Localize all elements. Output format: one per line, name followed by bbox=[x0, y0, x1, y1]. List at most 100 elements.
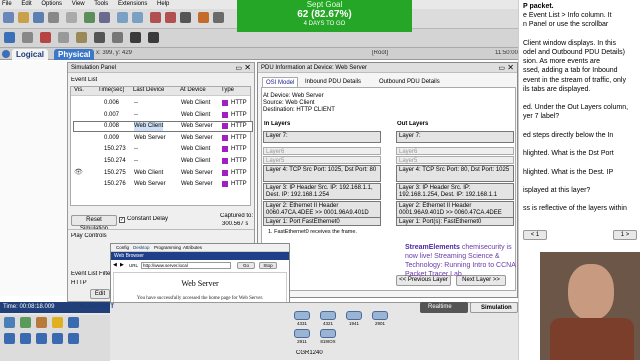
zoom-in-icon[interactable] bbox=[150, 12, 161, 23]
out-layer-4[interactable]: Layer 4: TCP Src Port: 80, Dst Port: 102… bbox=[396, 165, 514, 182]
zoom-reset-icon[interactable] bbox=[180, 12, 191, 23]
in-layer-3[interactable]: Layer 3: IP Header Src. IP: 192.168.1.1,… bbox=[263, 183, 381, 200]
back-arrow-icon[interactable]: ◀ bbox=[113, 262, 117, 268]
out-layer-5[interactable]: Layer5 bbox=[396, 156, 514, 164]
tab-programming[interactable]: Programming bbox=[154, 245, 181, 250]
inspect-icon[interactable] bbox=[22, 32, 33, 43]
eye-icon[interactable]: 👁 bbox=[74, 168, 83, 176]
copy-icon[interactable] bbox=[84, 12, 95, 23]
out-layer-1[interactable]: Layer 1: Port(s): FastEthernet0 bbox=[396, 217, 514, 226]
out-layers-title: Out Layers bbox=[397, 121, 429, 127]
table-row[interactable]: 150.274 -- Web Client HTTP bbox=[74, 157, 252, 166]
menu-view[interactable]: View bbox=[72, 0, 85, 9]
delete-icon[interactable] bbox=[40, 32, 51, 43]
table-row[interactable]: 0.007 -- Web Client HTTP bbox=[74, 111, 252, 120]
next-layer-button[interactable]: Next Layer >> bbox=[456, 275, 506, 286]
simple-pdu-icon[interactable] bbox=[130, 32, 141, 43]
in-layer-5[interactable]: Layer5 bbox=[263, 156, 381, 164]
menu-file[interactable]: File bbox=[2, 0, 12, 9]
root-label[interactable]: [Root] bbox=[372, 50, 388, 56]
tab-desktop[interactable]: Desktop bbox=[133, 245, 150, 250]
out-layer-3[interactable]: Layer 3: IP Header Src. IP: 192.168.1.25… bbox=[396, 183, 514, 200]
select-icon[interactable] bbox=[4, 32, 15, 43]
note-icon[interactable] bbox=[76, 32, 87, 43]
tab-inbound-pdu[interactable]: Inbound PDU Details bbox=[302, 77, 364, 87]
connections-icon[interactable] bbox=[52, 317, 63, 328]
close-icon[interactable]: ✕ bbox=[244, 63, 251, 72]
reset-simulation-button[interactable]: Reset Simulation bbox=[71, 215, 117, 232]
resize-icon[interactable] bbox=[58, 32, 69, 43]
out-layer-7[interactable]: Layer 7: bbox=[396, 131, 514, 143]
out-layer-2[interactable]: Layer 2: Ethernet II Header 0001.96A9.40… bbox=[396, 201, 514, 218]
go-button[interactable]: Go bbox=[237, 262, 255, 269]
components-icon[interactable] bbox=[36, 317, 47, 328]
col-at-device: At Device bbox=[180, 87, 206, 93]
menu-help[interactable]: Help bbox=[157, 0, 169, 9]
wireless-icon[interactable] bbox=[52, 333, 63, 344]
complex-pdu-icon[interactable] bbox=[148, 32, 159, 43]
hubs-icon[interactable] bbox=[36, 333, 47, 344]
stop-button[interactable]: Stop bbox=[259, 262, 277, 269]
table-row[interactable]: 0.009 Web Server Web Server HTTP bbox=[74, 134, 252, 143]
tab-attributes[interactable]: Attributes bbox=[183, 245, 202, 250]
restore-icon[interactable]: ▭ bbox=[235, 64, 242, 72]
router-icon[interactable] bbox=[346, 311, 362, 320]
table-row[interactable]: 150.273 -- Web Client HTTP bbox=[74, 145, 252, 154]
tab-logical[interactable]: Logical bbox=[12, 49, 49, 60]
in-layer-1[interactable]: Layer 1: Port FastEthernet0 bbox=[263, 217, 381, 226]
zoom-out-icon[interactable] bbox=[165, 12, 176, 23]
menu-tools[interactable]: Tools bbox=[94, 0, 108, 9]
misc-icon[interactable] bbox=[68, 317, 79, 328]
in-layer-4[interactable]: Layer 4: TCP Src Port: 1025, Dst Port: 8… bbox=[263, 165, 381, 182]
menu-options[interactable]: Options bbox=[41, 0, 62, 9]
constant-delay-checkbox[interactable]: ✓ bbox=[119, 217, 125, 223]
back-icon[interactable] bbox=[2, 50, 10, 58]
custom-device-icon[interactable] bbox=[213, 12, 224, 23]
page-prev-button[interactable]: < 1 bbox=[523, 230, 547, 240]
new-icon[interactable] bbox=[3, 12, 14, 23]
router-icon[interactable] bbox=[294, 311, 310, 320]
page-next-button[interactable]: 1 > bbox=[613, 230, 637, 240]
router-icon[interactable] bbox=[372, 311, 388, 320]
router-icon[interactable] bbox=[294, 329, 310, 338]
routers-icon[interactable] bbox=[4, 333, 15, 344]
table-row[interactable]: 0.006 -- Web Client HTTP bbox=[74, 99, 252, 108]
menu-extensions[interactable]: Extensions bbox=[118, 0, 147, 9]
switches-icon[interactable] bbox=[20, 333, 31, 344]
edit-filters-button[interactable]: Edit bbox=[90, 289, 110, 299]
activity-wizard-icon[interactable] bbox=[66, 12, 77, 23]
draw-shape-icon[interactable] bbox=[112, 32, 123, 43]
draw-line-icon[interactable] bbox=[94, 32, 105, 43]
router-icon[interactable] bbox=[320, 311, 336, 320]
in-layer-7[interactable]: Layer 7: bbox=[263, 131, 381, 143]
router-icon[interactable] bbox=[320, 329, 336, 338]
tab-osi-model[interactable]: OSI Model bbox=[262, 77, 299, 87]
tab-physical[interactable]: Physical bbox=[54, 49, 95, 60]
pdu-close-icon[interactable]: ✕ bbox=[507, 63, 514, 72]
pdu-restore-icon[interactable]: ▭ bbox=[498, 64, 505, 72]
url-input[interactable]: http://www.server.local bbox=[141, 262, 231, 269]
open-icon[interactable] bbox=[18, 12, 29, 23]
forward-arrow-icon[interactable]: ▶ bbox=[120, 262, 124, 268]
print-icon[interactable] bbox=[48, 12, 59, 23]
security-icon[interactable] bbox=[68, 333, 79, 344]
tab-config[interactable]: Config bbox=[116, 245, 129, 250]
out-layer-6[interactable]: Layer6 bbox=[396, 147, 514, 155]
redo-icon[interactable] bbox=[132, 12, 143, 23]
undo-icon[interactable] bbox=[117, 12, 128, 23]
table-row[interactable]: 150.275 Web Client Web Server HTTP bbox=[74, 169, 252, 178]
realtime-mode-button[interactable]: Realtime bbox=[420, 302, 468, 313]
table-row[interactable]: 150.276 Web Server Web Server HTTP bbox=[74, 180, 252, 189]
in-layer-2[interactable]: Layer 2: Ethernet II Header 0060.47CA.4D… bbox=[263, 201, 381, 218]
palette-icon[interactable] bbox=[198, 12, 209, 23]
tab-outbound-pdu[interactable]: Outbound PDU Details bbox=[376, 77, 443, 87]
in-layer-6[interactable]: Layer6 bbox=[263, 147, 381, 155]
end-devices-icon[interactable] bbox=[20, 317, 31, 328]
paste-icon[interactable] bbox=[99, 12, 110, 23]
save-icon[interactable] bbox=[33, 12, 44, 23]
simulation-mode-button[interactable]: Simulation bbox=[470, 302, 518, 313]
menu-edit[interactable]: Edit bbox=[21, 0, 31, 9]
table-row[interactable]: 0.008 Web Client Web Server HTTP bbox=[73, 121, 253, 133]
play-controls-button[interactable]: PLAY CONT bbox=[80, 303, 114, 312]
network-devices-icon[interactable] bbox=[4, 317, 15, 328]
